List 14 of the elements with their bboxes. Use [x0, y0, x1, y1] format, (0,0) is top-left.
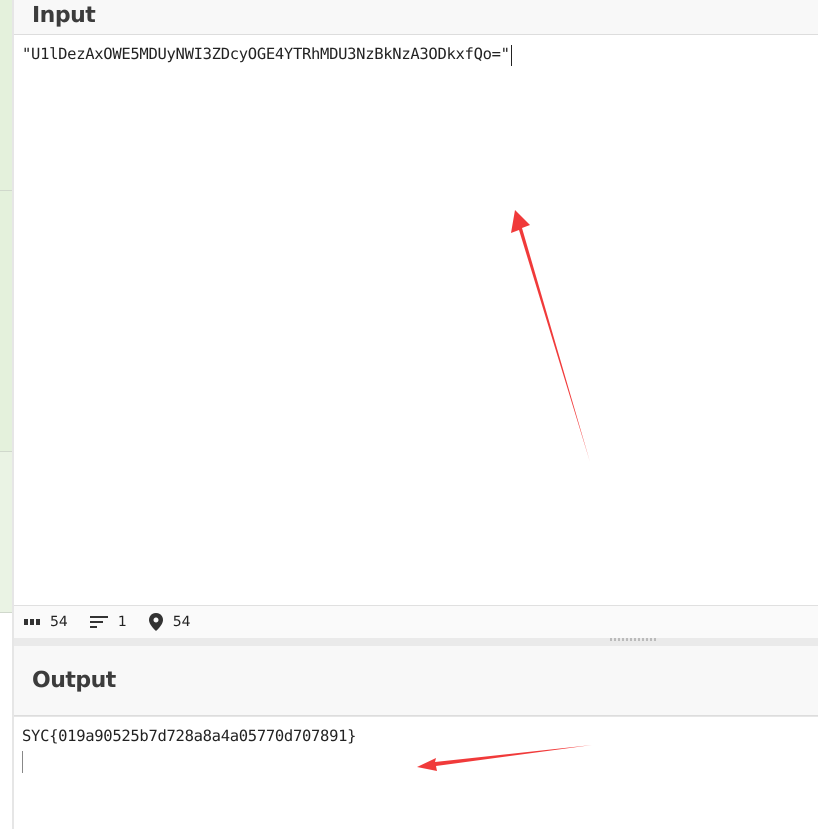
output-text: SYC{019a90525b7d728a8a4a05770d707891}: [22, 727, 358, 745]
lines-icon: [90, 615, 108, 629]
text-cursor: [510, 45, 512, 66]
panel-title: Input: [32, 2, 96, 29]
location-pin-icon: [148, 613, 163, 631]
abc-icon: [24, 618, 40, 626]
input-text: "U1lDezAxOWE5MDUyNWI3ZDcyOGE4YTRhMDU3NzBkNzA3ODkxfQo=": [22, 45, 510, 63]
status-value: 1: [118, 614, 127, 630]
panel-title: Output: [32, 668, 116, 693]
text-cursor: [22, 751, 23, 773]
input-field[interactable]: "U1lDezAxOWE5MDUyNWI3ZDcyOGE4YTRhMDU3NzBkNzA3ODkxfQo=": [14, 35, 818, 605]
status-value: 54: [50, 614, 68, 630]
resize-handle-icon[interactable]: [610, 638, 656, 641]
status-value: 54: [172, 614, 191, 630]
